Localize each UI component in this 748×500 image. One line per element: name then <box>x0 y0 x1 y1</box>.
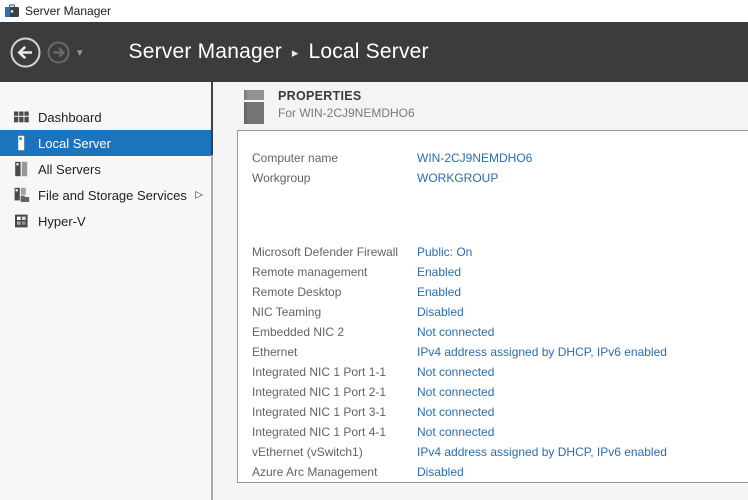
property-label: Integrated NIC 1 Port 4-1 <box>238 425 417 439</box>
sidebar-item-local-server[interactable]: Local Server <box>0 130 211 156</box>
properties-subtitle: For WIN-2CJ9NEMDHO6 <box>278 106 415 120</box>
all-servers-icon <box>13 161 30 177</box>
property-value-link[interactable]: IPv4 address assigned by DHCP, IPv6 enab… <box>417 445 667 459</box>
content-area: Dashboard Local Server All Servers File and… <box>0 82 748 500</box>
property-value-link[interactable]: Public: On <box>417 245 472 259</box>
breadcrumb-server-manager[interactable]: Server Manager <box>129 40 282 64</box>
submenu-arrow-icon[interactable]: ▷ <box>195 190 203 201</box>
property-label: NIC Teaming <box>238 305 417 319</box>
property-label: Integrated NIC 1 Port 2-1 <box>238 385 417 399</box>
property-row: Remote DesktopEnabled <box>238 282 748 302</box>
property-value-link[interactable]: Disabled <box>417 305 464 319</box>
sidebar-item-label: All Servers <box>38 162 101 177</box>
property-value-link[interactable]: Not connected <box>417 325 494 339</box>
sidebar-item-hyper-v[interactable]: Hyper-V <box>0 208 211 234</box>
property-value-link[interactable]: WIN-2CJ9NEMDHO6 <box>417 151 532 165</box>
property-label: Workgroup <box>238 171 417 185</box>
property-label: Integrated NIC 1 Port 1-1 <box>238 365 417 379</box>
property-value-link[interactable]: IPv4 address assigned by DHCP, IPv6 enab… <box>417 345 667 359</box>
sidebar-item-label: File and Storage Services <box>38 188 187 203</box>
property-label: Embedded NIC 2 <box>238 325 417 339</box>
sidebar: Dashboard Local Server All Servers File and… <box>0 82 211 500</box>
server-manager-toolbox-icon <box>4 3 20 19</box>
property-row: WorkgroupWORKGROUP <box>238 168 748 188</box>
local-server-icon <box>13 135 30 151</box>
server-manager-window: Server Manager ▾ Server Manager ▸ <box>0 0 748 500</box>
property-value-link[interactable]: Enabled <box>417 285 461 299</box>
property-value-link[interactable]: Not connected <box>417 425 494 439</box>
title-bar[interactable]: Server Manager <box>0 0 748 22</box>
main-pane: PROPERTIES For WIN-2CJ9NEMDHO6 Computer … <box>213 82 748 500</box>
server-tower-icon <box>244 90 264 124</box>
property-row: NIC TeamingDisabled <box>238 302 748 322</box>
properties-header: PROPERTIES For WIN-2CJ9NEMDHO6 <box>237 82 748 130</box>
sidebar-item-file-and-storage-services[interactable]: File and Storage Services ▷ <box>0 182 211 208</box>
property-group: Microsoft Defender FirewallPublic: OnRem… <box>238 242 748 482</box>
property-row: EthernetIPv4 address assigned by DHCP, I… <box>238 342 748 362</box>
property-label: Microsoft Defender Firewall <box>238 245 417 259</box>
sidebar-item-label: Hyper-V <box>38 214 86 229</box>
hyper-v-icon <box>13 213 30 229</box>
property-value-link[interactable]: Not connected <box>417 405 494 419</box>
back-arrow-icon <box>10 37 41 68</box>
property-value-link[interactable]: Enabled <box>417 265 461 279</box>
property-value-link[interactable]: Disabled <box>417 465 464 479</box>
properties-titles: PROPERTIES For WIN-2CJ9NEMDHO6 <box>278 89 415 120</box>
property-value-link[interactable]: WORKGROUP <box>417 171 498 185</box>
breadcrumb: Server Manager ▸ Local Server <box>129 40 429 64</box>
property-row: Azure Arc ManagementDisabled <box>238 462 748 482</box>
property-row: Integrated NIC 1 Port 4-1Not connected <box>238 422 748 442</box>
property-row: Computer nameWIN-2CJ9NEMDHO6 <box>238 148 748 168</box>
dashboard-grid-icon <box>13 109 30 125</box>
window-title: Server Manager <box>25 4 111 18</box>
sidebar-item-all-servers[interactable]: All Servers <box>0 156 211 182</box>
property-label: Ethernet <box>238 345 417 359</box>
back-button[interactable] <box>9 36 41 68</box>
property-row: Integrated NIC 1 Port 1-1Not connected <box>238 362 748 382</box>
properties-list: Computer nameWIN-2CJ9NEMDHO6WorkgroupWOR… <box>238 148 748 482</box>
property-row: Microsoft Defender FirewallPublic: On <box>238 242 748 262</box>
properties-title: PROPERTIES <box>278 89 415 103</box>
property-row: vEthernet (vSwitch1)IPv4 address assigne… <box>238 442 748 462</box>
navigation-bar: ▾ Server Manager ▸ Local Server <box>0 22 748 82</box>
property-value-link[interactable]: Not connected <box>417 365 494 379</box>
sidebar-item-label: Local Server <box>38 136 111 151</box>
forward-button[interactable] <box>45 39 71 65</box>
property-label: Integrated NIC 1 Port 3-1 <box>238 405 417 419</box>
breadcrumb-separator-icon: ▸ <box>292 45 299 61</box>
properties-panel: Computer nameWIN-2CJ9NEMDHO6WorkgroupWOR… <box>237 130 748 483</box>
property-label: Computer name <box>238 151 417 165</box>
sidebar-item-label: Dashboard <box>38 110 102 125</box>
property-row: Integrated NIC 1 Port 3-1Not connected <box>238 402 748 422</box>
property-group: Computer nameWIN-2CJ9NEMDHO6WorkgroupWOR… <box>238 148 748 188</box>
property-label: Remote Desktop <box>238 285 417 299</box>
property-row: Integrated NIC 1 Port 2-1Not connected <box>238 382 748 402</box>
property-row: Remote managementEnabled <box>238 262 748 282</box>
forward-arrow-icon <box>47 41 70 64</box>
property-value-link[interactable]: Not connected <box>417 385 494 399</box>
file-storage-services-icon <box>13 187 30 203</box>
breadcrumb-local-server[interactable]: Local Server <box>308 40 428 64</box>
property-row: Embedded NIC 2Not connected <box>238 322 748 342</box>
chevron-down-icon[interactable]: ▾ <box>77 46 83 59</box>
property-label: vEthernet (vSwitch1) <box>238 445 417 459</box>
sidebar-item-dashboard[interactable]: Dashboard <box>0 104 211 130</box>
property-label: Remote management <box>238 265 417 279</box>
property-label: Azure Arc Management <box>238 465 417 479</box>
